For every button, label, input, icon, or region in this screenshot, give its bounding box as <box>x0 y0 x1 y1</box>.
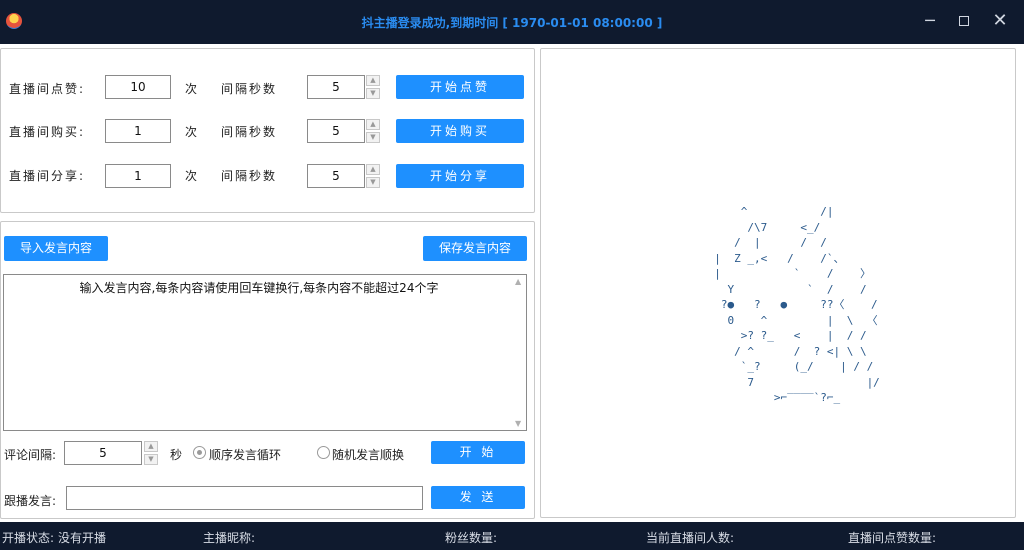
random-mode-label: 随机发言顺换 <box>332 448 405 462</box>
live-status: 开播状态: 没有开播 <box>2 529 106 546</box>
like-interval-stepper[interactable]: ▲ ▼ <box>366 75 380 99</box>
buy-unit-label: 次 <box>185 125 200 139</box>
buy-count-input[interactable]: 1 <box>105 119 171 143</box>
likes-count-label: 直播间点赞数量: <box>848 531 937 545</box>
comment-interval-unit: 秒 <box>170 448 185 462</box>
sequential-mode-label: 顺序发言循环 <box>209 448 282 462</box>
fans-count: 粉丝数量: <box>445 529 501 546</box>
live-status-label: 开播状态: <box>2 531 55 545</box>
follow-comment-input[interactable] <box>66 486 423 510</box>
action-panel: 直播间点赞: 10 次 间隔秒数 5 ▲ ▼ 开始点赞 直播间购买: 1 次 间隔… <box>0 48 535 213</box>
stepper-up-icon[interactable]: ▲ <box>366 119 380 130</box>
stepper-down-icon[interactable]: ▼ <box>144 454 158 465</box>
save-content-button[interactable]: 保存发言内容 <box>423 236 527 261</box>
comment-interval-label: 评论间隔: <box>4 448 57 462</box>
start-comment-button[interactable]: 开 始 <box>431 441 525 464</box>
comment-interval-input[interactable]: 5 <box>64 441 142 465</box>
scroll-down-icon[interactable]: ▼ <box>515 419 521 428</box>
stepper-up-icon[interactable]: ▲ <box>366 164 380 175</box>
minimize-button[interactable]: ─ <box>918 10 942 32</box>
maximize-icon <box>959 16 969 26</box>
like-label: 直播间点赞: <box>9 82 86 96</box>
viewers-count: 当前直播间人数: <box>646 529 738 546</box>
anchor-name: 主播昵称: <box>203 529 259 546</box>
follow-comment-label: 跟播发言: <box>4 494 57 508</box>
random-mode-radio[interactable] <box>317 446 330 459</box>
start-buy-button[interactable]: 开始购买 <box>396 119 524 143</box>
viewers-count-label: 当前直播间人数: <box>646 531 735 545</box>
stepper-down-icon[interactable]: ▼ <box>366 88 380 99</box>
maximize-button[interactable] <box>952 10 976 32</box>
like-count-input[interactable]: 10 <box>105 75 171 99</box>
share-unit-label: 次 <box>185 169 200 183</box>
stepper-up-icon[interactable]: ▲ <box>366 75 380 86</box>
comment-interval-stepper[interactable]: ▲ ▼ <box>144 441 158 465</box>
share-label: 直播间分享: <box>9 169 86 183</box>
anchor-name-label: 主播昵称: <box>203 531 256 545</box>
share-interval-stepper[interactable]: ▲ ▼ <box>366 164 380 188</box>
likes-count: 直播间点赞数量: <box>848 529 940 546</box>
preview-panel: ^ /| /\7 <_/ / | / / | Z _,< / /`、 | ` /… <box>540 48 1016 518</box>
window-title: 抖主播登录成功,到期时间 [ 1970-01-01 08:00:00 ] <box>361 16 663 30</box>
send-button[interactable]: 发 送 <box>431 486 525 509</box>
like-interval-input[interactable]: 5 <box>307 75 365 99</box>
stepper-up-icon[interactable]: ▲ <box>144 441 158 452</box>
buy-label: 直播间购买: <box>9 125 86 139</box>
buy-interval-input[interactable]: 5 <box>307 119 365 143</box>
textarea-scrollbar[interactable]: ▲ ▼ <box>512 275 526 430</box>
like-unit-label: 次 <box>185 82 200 96</box>
buy-interval-label: 间隔秒数 <box>221 125 278 139</box>
comment-panel: 导入发言内容 保存发言内容 输入发言内容,每条内容请使用回车键换行,每条内容不能… <box>0 221 535 519</box>
sequential-mode-radio[interactable] <box>193 446 206 459</box>
stepper-down-icon[interactable]: ▼ <box>366 132 380 143</box>
stepper-down-icon[interactable]: ▼ <box>366 177 380 188</box>
comment-content-placeholder: 输入发言内容,每条内容请使用回车键换行,每条内容不能超过24个字 <box>79 281 439 295</box>
start-share-button[interactable]: 开始分享 <box>396 164 524 188</box>
share-count-input[interactable]: 1 <box>105 164 171 188</box>
status-bar: 开播状态: 没有开播 主播昵称: 粉丝数量: 当前直播间人数: 直播间点赞数量: <box>0 522 1024 550</box>
ascii-art-image: ^ /| /\7 <_/ / | / / | Z _,< / /`、 | ` /… <box>714 205 880 404</box>
import-content-button[interactable]: 导入发言内容 <box>4 236 108 261</box>
share-interval-label: 间隔秒数 <box>221 169 278 183</box>
title-bar: 抖主播登录成功,到期时间 [ 1970-01-01 08:00:00 ] ─ ✕ <box>0 0 1024 44</box>
fans-count-label: 粉丝数量: <box>445 531 498 545</box>
close-button[interactable]: ✕ <box>988 10 1012 32</box>
like-interval-label: 间隔秒数 <box>221 82 278 96</box>
scroll-up-icon[interactable]: ▲ <box>515 277 521 286</box>
share-interval-input[interactable]: 5 <box>307 164 365 188</box>
live-status-value: 没有开播 <box>58 531 107 545</box>
start-like-button[interactable]: 开始点赞 <box>396 75 524 99</box>
buy-interval-stepper[interactable]: ▲ ▼ <box>366 119 380 143</box>
comment-content-textarea[interactable]: 输入发言内容,每条内容请使用回车键换行,每条内容不能超过24个字 ▲ ▼ <box>3 274 527 431</box>
